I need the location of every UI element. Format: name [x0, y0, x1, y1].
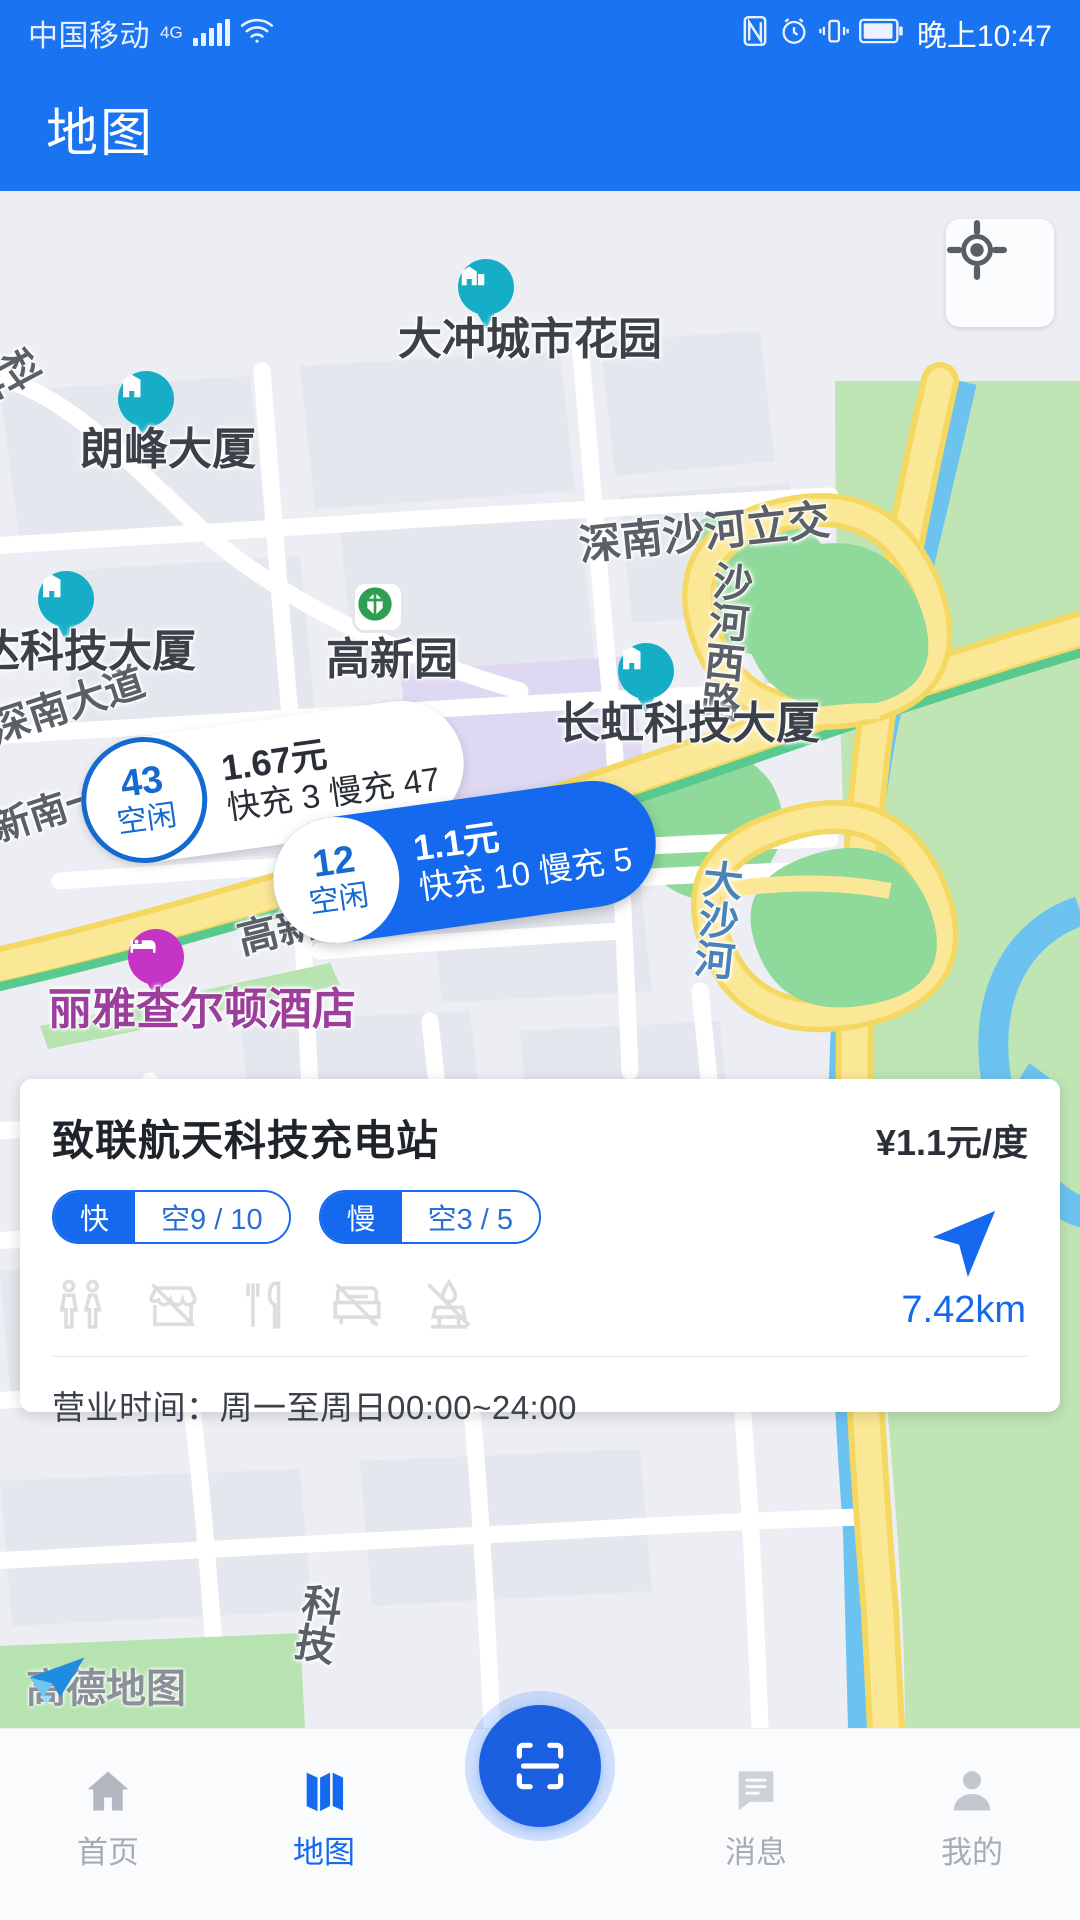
convenience-store-icon	[144, 1276, 202, 1334]
network-type-label: 4G	[160, 23, 183, 42]
map-icon	[298, 1765, 350, 1817]
poi-pin-changhong-building[interactable]	[618, 643, 674, 713]
restroom-icon	[52, 1276, 110, 1334]
poi-pin-liya-charlton-hotel[interactable]	[128, 929, 184, 999]
alarm-icon	[779, 16, 809, 51]
slow-charge-count: 空3 / 5	[401, 1192, 540, 1242]
slow-charge-badge[interactable]: 慢 空3 / 5	[318, 1190, 542, 1244]
nav-label-map: 地图	[293, 1835, 355, 1870]
navigate-button[interactable]: 7.42km	[901, 1205, 1026, 1332]
wifi-icon	[240, 18, 274, 49]
slow-charge-label: 慢	[320, 1192, 402, 1242]
fast-charge-count: 空9 / 10	[135, 1192, 289, 1242]
amap-logo-icon	[29, 1657, 85, 1705]
scan-fab-button[interactable]	[465, 1691, 615, 1841]
card-divider	[52, 1356, 1028, 1357]
nav-label-home: 首页	[77, 1835, 139, 1870]
app-header: 地图	[0, 66, 1080, 191]
metro-station-icon-gaoxinyuan[interactable]	[352, 581, 404, 633]
nav-label-profile: 我的	[941, 1835, 1003, 1870]
bottom-navigation-bar: 首页 地图 消息 我的	[0, 1691, 1080, 1920]
locate-icon	[947, 220, 1007, 280]
station-name: 致联航天科技充电站	[52, 1117, 440, 1164]
nav-item-messages[interactable]: 消息	[648, 1729, 864, 1872]
map-canvas[interactable]: 科技路 深南大道 新南一 高新南 沙河西路 大沙河 深南沙河立交 科技 大冲城市…	[0, 191, 1080, 1728]
carrier-label: 中国移动	[28, 20, 150, 53]
person-icon	[946, 1765, 998, 1817]
signal-strength-icon	[192, 19, 230, 46]
clock-label: 晚上10:47	[916, 20, 1052, 53]
poi-pin-langfeng-building[interactable]	[118, 371, 174, 441]
poi-pin-dachong-garden[interactable]	[458, 259, 514, 329]
station-price: ¥1.1元/度	[875, 1122, 1028, 1163]
home-icon	[82, 1765, 134, 1817]
station-marker-count: 43	[117, 758, 166, 806]
status-bar-right: 晚上10:47	[741, 11, 1052, 55]
station-marker-status: 空闲	[306, 878, 371, 920]
nav-item-profile[interactable]: 我的	[864, 1729, 1080, 1872]
fast-charge-badge[interactable]: 快 空9 / 10	[52, 1190, 291, 1244]
battery-icon	[858, 18, 903, 49]
nav-label-messages: 消息	[725, 1835, 787, 1870]
poi-pin-da-keji-building[interactable]	[38, 571, 94, 641]
building-pin-icon	[118, 371, 174, 427]
message-icon	[730, 1765, 782, 1817]
station-marker-status: 空闲	[114, 798, 179, 840]
amap-watermark: 高德地图	[26, 1656, 186, 1714]
building-pin-icon	[458, 259, 514, 315]
navigate-distance: 7.42km	[901, 1289, 1026, 1331]
station-marker-info: 1.1元 快充 10 慢充 5	[411, 799, 635, 908]
building-pin-icon	[38, 571, 94, 627]
building-pin-icon	[618, 643, 674, 699]
station-marker-count: 12	[309, 838, 358, 886]
car-wash-icon	[420, 1276, 478, 1334]
hotel-pin-icon	[128, 929, 184, 985]
page-title: 地图	[46, 105, 155, 163]
navigation-arrow-icon	[932, 1210, 995, 1278]
station-card-header: 致联航天科技充电站 ¥1.1元/度	[52, 1107, 1028, 1168]
app-screen: 中国移动 4G 晚上10:47 地图 科技路 深南大道 新南一 沙河西路 大沙河…	[0, 0, 1080, 1920]
nav-item-map[interactable]: 地图	[216, 1729, 432, 1872]
vibrate-icon	[819, 16, 849, 51]
status-bar: 中国移动 4G 晚上10:47	[0, 0, 1080, 66]
business-hours: 营业时间：周一至周日00:00~24:00	[52, 1389, 577, 1426]
lounge-icon	[328, 1276, 386, 1334]
metro-station-icon	[358, 587, 392, 621]
connector-badge-row: 快 空9 / 10 慢 空3 / 5	[52, 1190, 1028, 1244]
status-bar-left: 中国移动 4G	[28, 11, 274, 55]
nav-item-home[interactable]: 首页	[0, 1729, 216, 1872]
amenity-row	[52, 1270, 1028, 1340]
fast-charge-label: 快	[54, 1192, 136, 1242]
nfc-icon	[741, 15, 769, 52]
restaurant-icon	[236, 1276, 294, 1334]
station-info-card[interactable]: 致联航天科技充电站 ¥1.1元/度 快 空9 / 10 慢 空3 / 5 7.4…	[20, 1079, 1060, 1426]
locate-button[interactable]	[946, 219, 1054, 327]
